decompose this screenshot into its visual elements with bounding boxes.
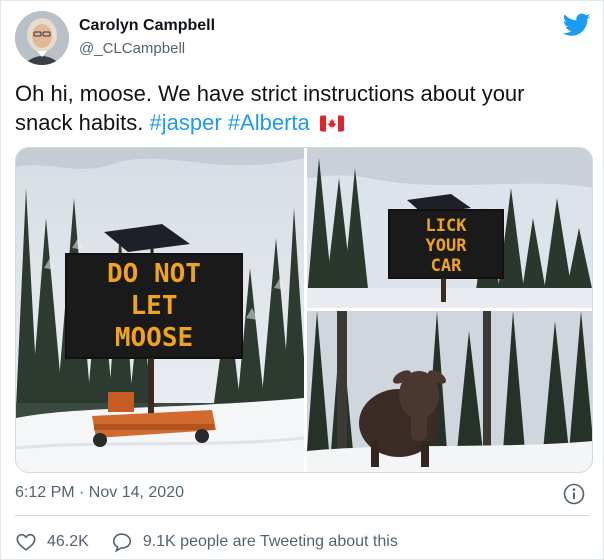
hashtag-alberta[interactable]: #Alberta <box>228 110 310 135</box>
tweet-actions: 46.2K 9.1K people are Tweeting about thi… <box>15 531 420 553</box>
tweet-timestamp[interactable]: 6:12 PM · Nov 14, 2020 <box>15 484 184 502</box>
user-handle[interactable]: @_CLCampbell <box>79 40 185 57</box>
divider <box>15 515 589 516</box>
user-name[interactable]: Carolyn Campbell <box>79 17 215 35</box>
avatar[interactable] <box>15 11 69 65</box>
sign2-line3: CAR <box>431 256 462 276</box>
sign2-line1: LICK <box>426 216 468 236</box>
sign2-line2: YOUR <box>426 236 468 256</box>
sign1-line2: LET <box>131 291 178 321</box>
sign1-line1: DO NOT <box>107 259 201 289</box>
info-icon[interactable] <box>563 483 585 505</box>
twitter-bird-icon[interactable] <box>563 13 591 37</box>
photo-sign-lick-your-car[interactable]: LICK YOUR CAR <box>307 148 592 308</box>
heart-icon <box>16 533 36 551</box>
talking-about-text: 9.1K people are Tweeting about this <box>142 533 398 550</box>
like-action[interactable]: 46.2K <box>15 531 89 553</box>
canada-flag-icon <box>319 115 344 132</box>
sign1-line3: MOOSE <box>115 323 193 353</box>
photo-moose[interactable] <box>307 311 592 472</box>
photo-sign-do-not-let-moose[interactable]: DO NOT LET MOOSE <box>16 148 304 472</box>
conversation-action[interactable]: 9.1K people are Tweeting about this <box>111 531 398 553</box>
tweet-text: Oh hi, moose. We have strict instruction… <box>15 79 585 137</box>
tweet-card: Carolyn Campbell @_CLCampbell Oh hi, moo… <box>0 0 604 560</box>
hashtag-jasper[interactable]: #jasper <box>150 110 222 135</box>
speech-bubble-icon <box>112 533 131 553</box>
like-count: 46.2K <box>47 533 89 550</box>
media-grid[interactable]: DO NOT LET MOOSE LICK YOUR CAR <box>15 147 593 473</box>
